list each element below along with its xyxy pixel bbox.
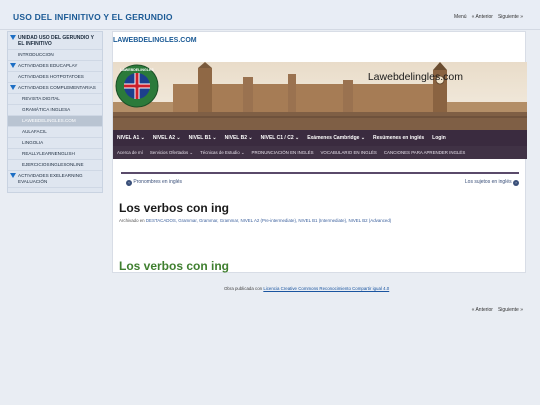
sidebar-item[interactable]: UNIDAD USO DEL GERUNDIO Y EL INFINITIVO [8, 33, 102, 50]
sidebar-item-label: ACTIVIDADES EDUCAPLAY [18, 63, 78, 68]
license-prefix: Obra publicada con [224, 286, 263, 291]
arrow-left-icon: ‹ [126, 180, 132, 186]
secondary-menu-item[interactable]: CANCIONES PARA APRENDER INGLÉS [384, 150, 465, 155]
secondary-menu-item[interactable]: VOCABULARIO EN INGLÉS [321, 150, 377, 155]
secondary-menu-item[interactable]: Acerca de mí [117, 150, 143, 155]
sidebar-item-label: LINGOLIA [22, 140, 44, 145]
primary-menu-item[interactable]: NIVEL A2 ⌄ [153, 135, 181, 141]
sidebar-item[interactable]: REALLYLEARNENGLISH [8, 149, 102, 160]
previous-post-label: Pronombres en inglés [133, 179, 183, 185]
sidebar-item-label: INTRODUCCION [18, 52, 54, 57]
previous-post-link[interactable]: ‹ Pronombres en inglés [126, 179, 182, 186]
site-title[interactable]: USO DEL INFINITIVO Y EL GERUNDIO [13, 12, 173, 22]
meta-prefix: Archivado en [119, 218, 145, 223]
menu-link[interactable]: Menú [454, 14, 467, 20]
bottom-previous-link[interactable]: « Anterior [472, 307, 493, 313]
arrow-right-icon: › [513, 180, 519, 186]
license-link[interactable]: Licencia Creative Commons Reconocimiento… [263, 286, 389, 291]
embedded-site-name[interactable]: LAWEBDELINGLES.COM [113, 37, 197, 44]
site-logo[interactable]: LAWEBDELINGLES [115, 64, 159, 108]
banner-text: Lawebdelingles.com [367, 71, 463, 83]
sidebar-item[interactable]: ACTIVIDADES EDUCAPLAY [8, 61, 102, 72]
sidebar: UNIDAD USO DEL GERUNDIO Y EL INFINITIVO I… [7, 31, 103, 193]
expand-arrow-icon [10, 35, 16, 40]
sidebar-item[interactable]: EJERCICIOSINGLESONLINE [8, 160, 102, 171]
primary-menu-item[interactable]: NIVEL A1 ⌄ [117, 135, 145, 141]
sidebar-item[interactable]: ACTIVIDADES COMPLEMENTARIAS [8, 83, 102, 94]
primary-menu-item[interactable]: Resúmenes en inglés [373, 135, 424, 141]
sidebar-item[interactable]: GRAMÁTICA INGLESA [8, 105, 102, 116]
sidebar-item[interactable]: LAWEBDELINGLES.COM [8, 116, 102, 127]
sidebar-item-label: REVISTA DIGITAL [22, 96, 60, 101]
secondary-menu-item[interactable]: PRONUNCIACIÓN EN INGLÉS [252, 150, 314, 155]
sidebar-item-label: UNIDAD USO DEL GERUNDIO Y EL INFINITIVO [18, 35, 94, 47]
sidebar-item-label: ACTIVIDADES HOTPOTATOES [18, 74, 84, 79]
logo-text: LAWEBDELINGLES [120, 68, 154, 72]
next-post-label: Los sujetos en inglés [464, 179, 512, 185]
sidebar-item[interactable]: ACTIVIDADES HOTPOTATOES [8, 72, 102, 83]
secondary-menu-item[interactable]: Técnicas de Estudio ⌄ [200, 150, 244, 156]
primary-menu-item[interactable]: NIVEL B2 ⌄ [225, 135, 253, 141]
sidebar-item[interactable]: INTRODUCCION [8, 50, 102, 61]
top-navigation: Menú « Anterior Siguiente » [454, 14, 523, 20]
sidebar-item[interactable]: REVISTA DIGITAL [8, 94, 102, 105]
sidebar-item[interactable]: AULAFACIL [8, 127, 102, 138]
category-links[interactable]: DESTACADOS, Grammar, Grammar, Grammar, N… [146, 218, 391, 223]
sidebar-item[interactable]: LINGOLIA [8, 138, 102, 149]
primary-menu-item[interactable]: Login [432, 135, 446, 141]
primary-menu-item[interactable]: NIVEL C1 / C2 ⌄ [261, 135, 300, 141]
post-title: Los verbos con ing [119, 201, 230, 215]
secondary-menu: Acerca de mí Servicios Ofertados ⌄ Técnica… [113, 146, 527, 159]
sidebar-item[interactable]: ACTIVIDADES EXELEARNING EVALUACIÓN [8, 171, 102, 188]
top-bar: USO DEL INFINITIVO Y EL GERUNDIO Menú « … [0, 0, 540, 30]
expand-arrow-icon [10, 85, 16, 90]
expand-arrow-icon [10, 63, 16, 68]
main-content: LAWEBDELINGLES.COM Lawebdelingles.com LA… [112, 31, 527, 273]
sidebar-item-label: AULAFACIL [22, 129, 47, 134]
previous-link[interactable]: « Anterior [472, 14, 493, 20]
sidebar-item-label: ACTIVIDADES EXELEARNING EVALUACIÓN [18, 173, 83, 184]
expand-arrow-icon [10, 173, 16, 178]
sidebar-item-label: EJERCICIOSINGLESONLINE [22, 162, 84, 167]
banner-image: Lawebdelingles.com LAWEBDELINGLES [113, 62, 527, 130]
content-heading: Los verbos con ing [119, 259, 230, 273]
primary-menu: NIVEL A1 ⌄ NIVEL A2 ⌄ NIVEL B1 ⌄ NIVEL B2 ⌄… [113, 130, 527, 146]
primary-menu-item[interactable]: NIVEL B1 ⌄ [189, 135, 217, 141]
sidebar-item-label: ACTIVIDADES COMPLEMENTARIAS [18, 85, 96, 90]
post-meta: Archivado en DESTACADOS, Grammar, Gramma… [119, 218, 391, 223]
post-navigation: ‹ Pronombres en inglés Los sujetos en in… [121, 172, 519, 186]
bottom-navigation: « Anterior Siguiente » [472, 307, 523, 313]
sidebar-item-label: GRAMÁTICA INGLESA [22, 107, 71, 112]
sidebar-item-label: REALLYLEARNENGLISH [22, 151, 75, 156]
primary-menu-item[interactable]: Exámenes Cambridge ⌄ [307, 135, 365, 141]
sidebar-item-label: LAWEBDELINGLES.COM [22, 118, 76, 123]
license-notice: Obra publicada con Licencia Creative Com… [224, 286, 389, 291]
next-link[interactable]: Siguiente » [498, 14, 523, 20]
bottom-next-link[interactable]: Siguiente » [498, 307, 523, 313]
parliament-illustration [113, 62, 527, 130]
secondary-menu-item[interactable]: Servicios Ofertados ⌄ [150, 150, 193, 156]
next-post-link[interactable]: Los sujetos en inglés › [465, 179, 519, 186]
